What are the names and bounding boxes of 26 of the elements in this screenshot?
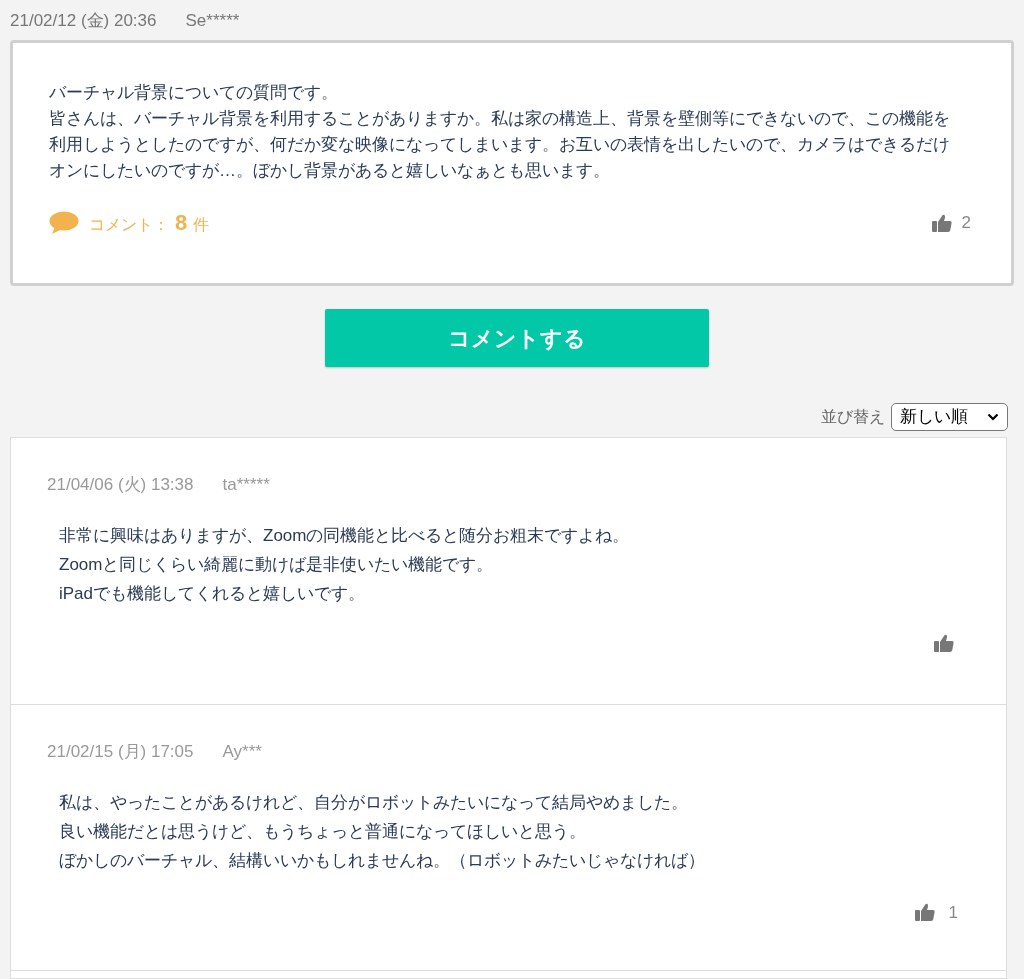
question-text: バーチャル背景についての質問です。 (49, 82, 339, 104)
comment-date: 21/04/06 (火) 13:38 (47, 474, 194, 496)
comment-text: ぼかしのバーチャル、結構いいかもしれませんね。（ロボットみたいじゃなければ） (59, 849, 706, 872)
comment-label: コメント： (89, 215, 169, 235)
comment-unit: 件 (193, 215, 210, 235)
post-date: 21/02/12 (金) 20:36 (10, 10, 157, 32)
speech-bubble-icon (49, 210, 79, 235)
comment-text: iPadでも機能してくれると嬉しいです。 (59, 582, 367, 605)
comment-text: Zoomと同じくらい綺麗に動けば是非使いたい機能です。 (59, 553, 495, 576)
user-name: Ay*** (222, 741, 262, 763)
thumbs-up-icon[interactable] (931, 213, 952, 232)
comment-date: 21/02/15 (月) 17:05 (47, 741, 194, 763)
like-count: 2 (961, 211, 971, 234)
sort-dropdown[interactable]: 新しい順 (891, 403, 1008, 431)
sort-label: 並び替え (821, 407, 885, 427)
chevron-down-icon (987, 413, 999, 421)
comment-text: 私は、やったことがあるけれど、自分がロボットみたいになって結局やめました。 (59, 791, 689, 814)
thumbs-up-icon[interactable] (914, 903, 935, 922)
comment-text: 良い機能だとは思うけど、もうちょっと普通になってほしいと思う。 (59, 820, 587, 843)
thumbs-up-icon[interactable] (934, 633, 954, 652)
question-text: 皆さんは、バーチャル背景を利用することがありますか。私は家の構造上、背景を壁側等にできないので、この機能を利用しようとしたのですが、何だか変な映像になってしまいます。お互いの表情を出したいので、カメラはできるだけオンにしたいのですが…。ぼかし背景があると嬉しいなぁとも思います。 (49, 108, 951, 182)
comment-text: 非常に興味はありますが、Zoomの同機能と比べると随分お粗末ですよね。 (59, 524, 631, 547)
comment-count: 8 (175, 209, 188, 237)
like-count: 1 (948, 901, 958, 924)
user-name: Se***** (185, 10, 240, 32)
user-name: ta***** (222, 474, 270, 496)
